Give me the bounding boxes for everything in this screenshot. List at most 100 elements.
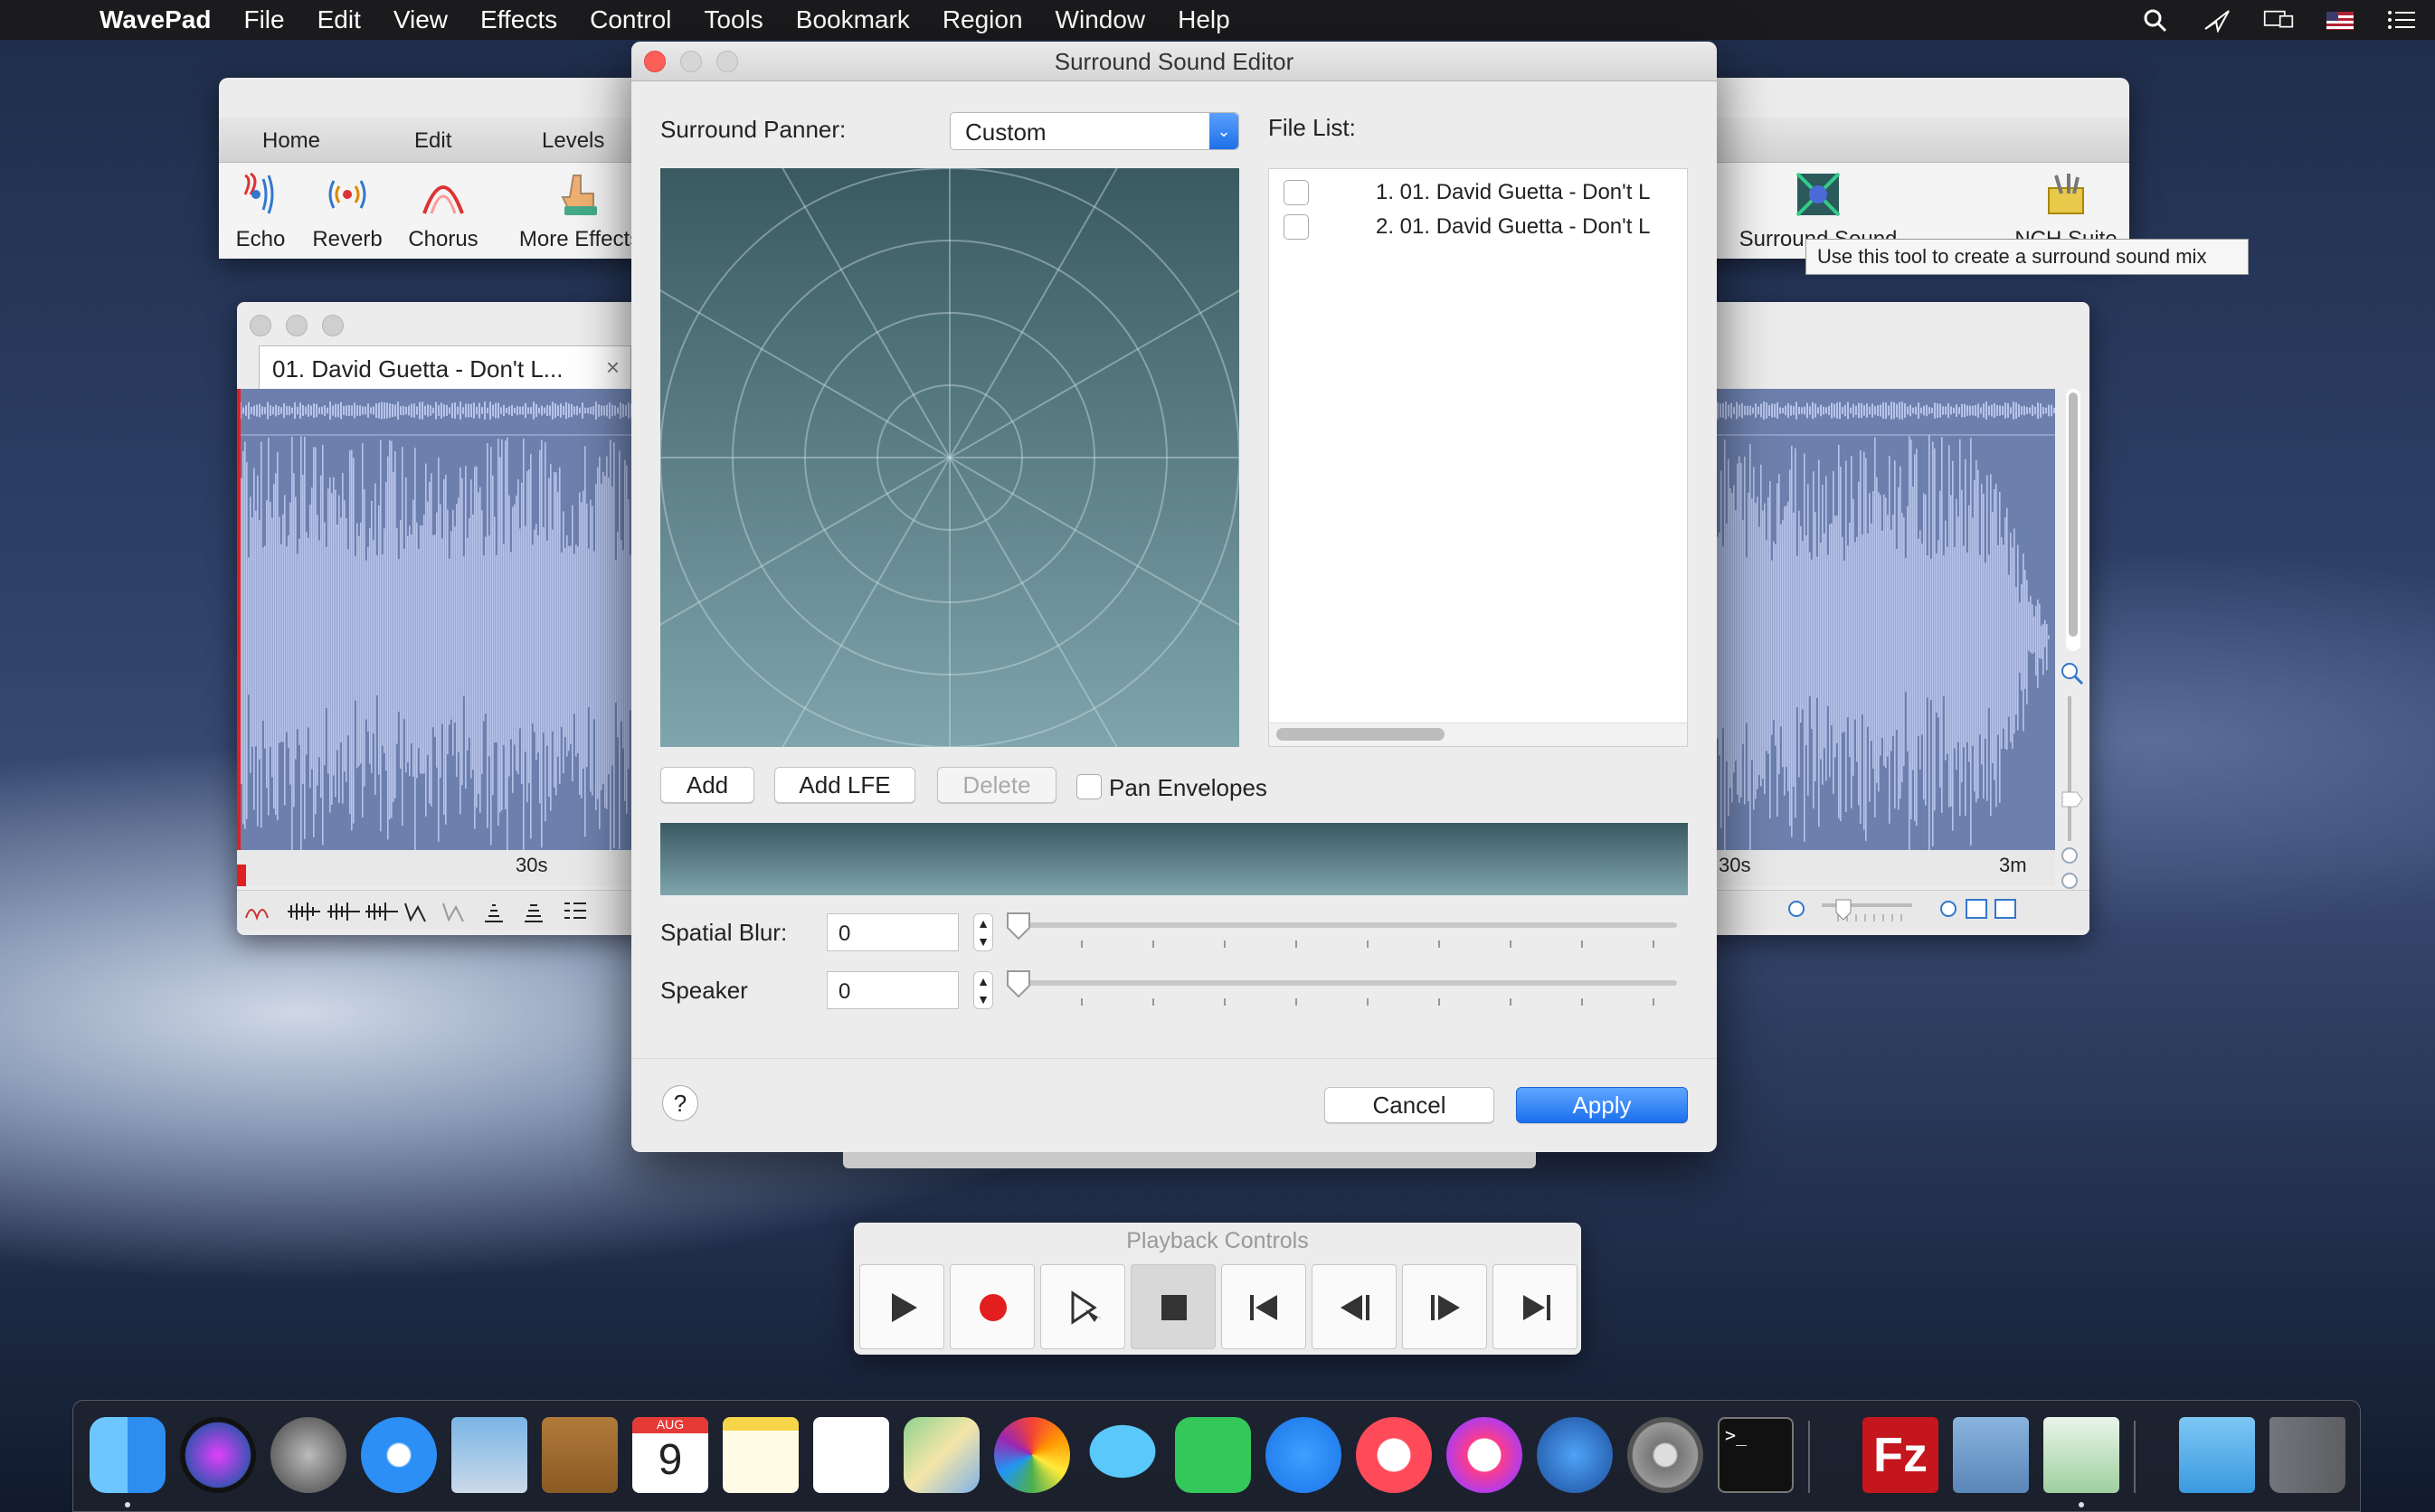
- terminal-icon[interactable]: >_: [1718, 1417, 1794, 1493]
- tab-edit[interactable]: Edit: [414, 128, 451, 154]
- messages-icon[interactable]: [1085, 1417, 1161, 1493]
- instruments-icon[interactable]: [1537, 1417, 1613, 1493]
- cast-icon[interactable]: [2202, 7, 2232, 33]
- photos-icon[interactable]: [994, 1417, 1070, 1493]
- add-lfe-button[interactable]: Add LFE: [774, 767, 915, 803]
- spatial-blur-stepper[interactable]: ▲ ▼: [973, 913, 993, 951]
- waveform-left[interactable]: [237, 389, 635, 850]
- play-scrub-button[interactable]: [1040, 1264, 1125, 1349]
- mail-icon[interactable]: [451, 1417, 527, 1493]
- speaker-input[interactable]: 0: [827, 971, 959, 1009]
- menu-help[interactable]: Help: [1178, 5, 1230, 34]
- flag-us-icon[interactable]: [2325, 7, 2355, 33]
- close-tab-icon[interactable]: ×: [606, 354, 620, 382]
- preview-icon[interactable]: [1953, 1417, 2029, 1493]
- notification-center-icon[interactable]: [2386, 7, 2417, 33]
- file-checkbox[interactable]: [1284, 214, 1309, 240]
- dock-separator: [2134, 1421, 2136, 1493]
- downloads-folder-icon[interactable]: [2179, 1417, 2255, 1493]
- system-preferences-icon[interactable]: [1627, 1417, 1703, 1493]
- zoom-controls[interactable]: [2059, 660, 2086, 895]
- record-button[interactable]: [950, 1264, 1035, 1349]
- waveform-right[interactable]: [1717, 389, 2055, 850]
- go-to-end-button[interactable]: [1492, 1264, 1578, 1349]
- waveform-tool-icons[interactable]: [242, 898, 613, 925]
- maps-icon[interactable]: [904, 1417, 980, 1493]
- spatial-blur-slider[interactable]: [1011, 922, 1677, 928]
- surround-panner-canvas[interactable]: [631, 42, 1366, 874]
- spotlight-search-icon[interactable]: [2140, 7, 2171, 33]
- file-list[interactable]: 1. 01. David Guetta - Don't L 2. 01. Dav…: [1268, 168, 1688, 747]
- scrollbar-thumb[interactable]: [1276, 728, 1445, 741]
- news-icon[interactable]: [1356, 1417, 1432, 1493]
- cancel-button[interactable]: Cancel: [1324, 1087, 1494, 1123]
- file-tab[interactable]: 01. David Guetta - Don't L... ×: [259, 345, 631, 391]
- menu-bookmark[interactable]: Bookmark: [796, 5, 910, 34]
- menu-window[interactable]: Window: [1056, 5, 1146, 34]
- spatial-blur-slider-thumb[interactable]: [1006, 912, 1031, 940]
- filezilla-icon[interactable]: Fz: [1862, 1417, 1938, 1493]
- display-icon[interactable]: [2263, 7, 2294, 33]
- list-item[interactable]: 2. 01. David Guetta - Don't L: [1284, 211, 1650, 243]
- launchpad-icon[interactable]: [270, 1417, 346, 1493]
- safari-icon[interactable]: [361, 1417, 437, 1493]
- start-marker[interactable]: [237, 865, 246, 886]
- vertical-scrollbar[interactable]: [2066, 389, 2080, 651]
- notes-icon[interactable]: [723, 1417, 799, 1493]
- hand-pointer-icon: [561, 175, 597, 215]
- app-store-icon[interactable]: [1265, 1417, 1341, 1493]
- spatial-blur-input[interactable]: 0: [827, 913, 959, 951]
- help-button[interactable]: ?: [662, 1085, 698, 1121]
- menu-control[interactable]: Control: [590, 5, 671, 34]
- speaker-slider-thumb[interactable]: [1006, 969, 1031, 998]
- time-ruler-right[interactable]: 30s 3m: [1717, 850, 2055, 886]
- tab-levels[interactable]: Levels: [542, 128, 604, 154]
- horizontal-scrollbar[interactable]: [1269, 723, 1687, 746]
- list-item[interactable]: 1. 01. David Guetta - Don't L: [1284, 176, 1650, 209]
- trash-icon[interactable]: [2269, 1417, 2345, 1493]
- menu-tools[interactable]: Tools: [704, 5, 763, 34]
- speaker-stepper[interactable]: ▲ ▼: [973, 971, 993, 1009]
- minimize-button[interactable]: [680, 51, 702, 72]
- menu-view[interactable]: View: [393, 5, 448, 34]
- time-ruler-left[interactable]: 30s: [237, 850, 635, 886]
- siri-icon[interactable]: [180, 1417, 256, 1493]
- delete-button[interactable]: Delete: [937, 767, 1056, 803]
- menu-region[interactable]: Region: [943, 5, 1023, 34]
- speaker-slider[interactable]: [1011, 980, 1677, 986]
- step-back-button[interactable]: [1312, 1264, 1397, 1349]
- add-button[interactable]: Add: [660, 767, 754, 803]
- zoom-button[interactable]: [716, 51, 738, 72]
- surround-panner-select[interactable]: Custom ⌄: [950, 112, 1239, 150]
- menu-effects[interactable]: Effects: [480, 5, 557, 34]
- menu-file[interactable]: File: [243, 5, 284, 34]
- chorus-button[interactable]: Chorus: [398, 163, 488, 259]
- app-menu[interactable]: WavePad: [99, 5, 211, 34]
- calendar-icon[interactable]: AUG 9: [632, 1417, 708, 1493]
- go-to-start-button[interactable]: [1221, 1264, 1306, 1349]
- file-checkbox[interactable]: [1284, 180, 1309, 205]
- play-button[interactable]: [859, 1264, 944, 1349]
- reminders-icon[interactable]: [813, 1417, 889, 1493]
- wavepad-icon[interactable]: [2043, 1417, 2119, 1493]
- zoom-slider[interactable]: [1786, 896, 2066, 927]
- pan-envelope-strip[interactable]: [660, 823, 1688, 895]
- step-forward-button[interactable]: [1402, 1264, 1487, 1349]
- playhead[interactable]: [237, 389, 241, 850]
- pan-envelopes-checkbox[interactable]: [1076, 774, 1102, 799]
- itunes-icon[interactable]: [1446, 1417, 1522, 1493]
- echo-button[interactable]: Echo: [215, 163, 306, 259]
- tab-home[interactable]: Home: [262, 128, 320, 154]
- facetime-icon[interactable]: [1175, 1417, 1251, 1493]
- minimize-button[interactable]: [286, 315, 308, 336]
- close-button[interactable]: [644, 51, 666, 72]
- contacts-icon[interactable]: [542, 1417, 618, 1493]
- reverb-button[interactable]: Reverb: [302, 163, 393, 259]
- close-button[interactable]: [250, 315, 271, 336]
- zoom-button[interactable]: [322, 315, 344, 336]
- more-effects-button[interactable]: More Effects: [512, 163, 648, 259]
- stop-button[interactable]: [1131, 1264, 1216, 1349]
- finder-icon[interactable]: [90, 1417, 166, 1493]
- apply-button[interactable]: Apply: [1516, 1087, 1688, 1123]
- menu-edit[interactable]: Edit: [317, 5, 361, 34]
